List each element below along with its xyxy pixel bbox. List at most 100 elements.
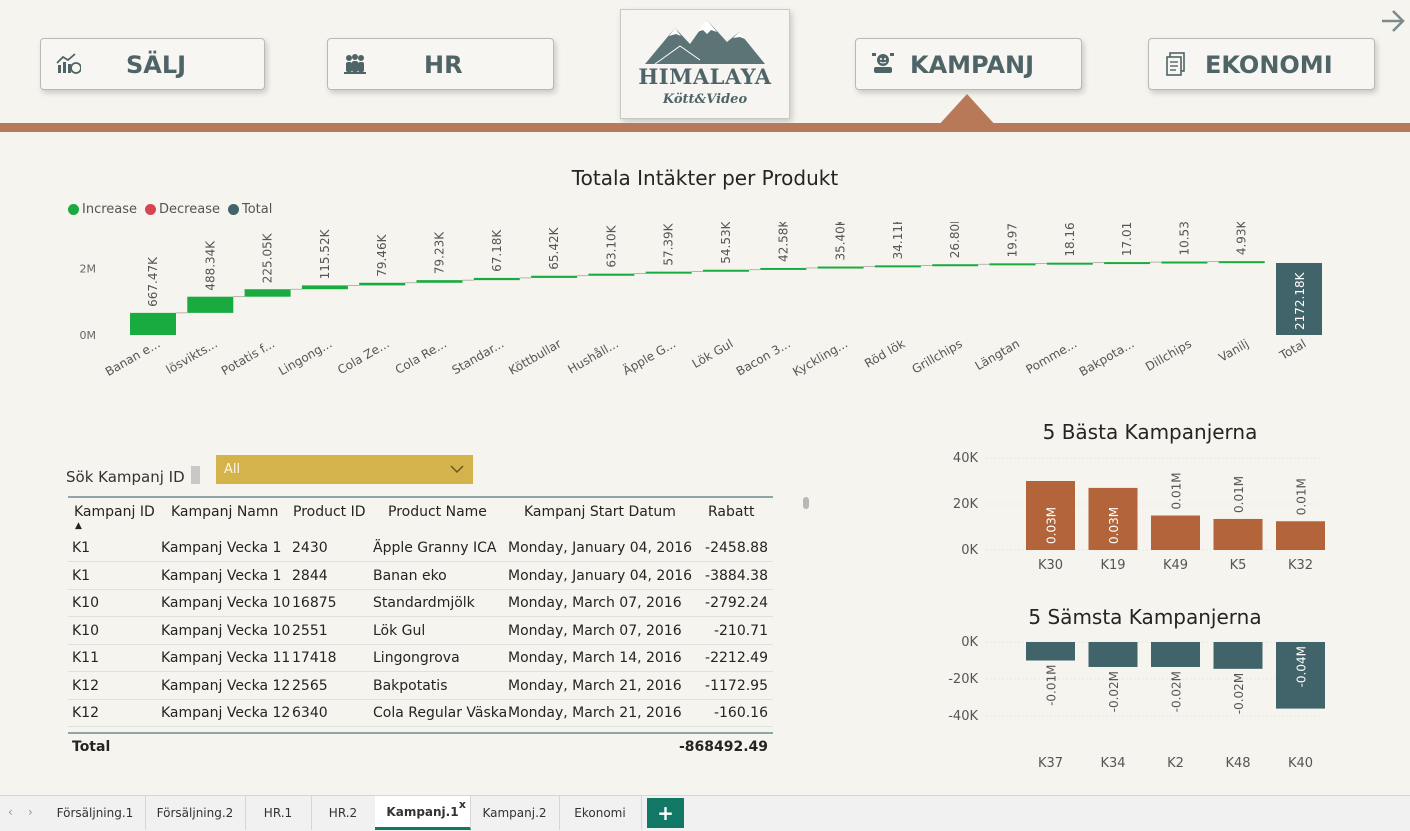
nav-button-kampanj[interactable]: KAMPANJ bbox=[855, 38, 1082, 90]
y-tick-label: 40K bbox=[953, 451, 979, 466]
cell-product-name: Äpple Granny ICA bbox=[373, 540, 497, 556]
tab-hr-1[interactable]: HR.1 bbox=[245, 796, 312, 830]
add-page-button[interactable]: + bbox=[647, 798, 684, 828]
col-header-start-datum[interactable]: Kampanj Start Datum bbox=[524, 504, 676, 520]
nav-button-salj[interactable]: SÄLJ bbox=[40, 38, 265, 90]
waterfall-bar[interactable] bbox=[473, 277, 520, 281]
slicer-handle[interactable] bbox=[191, 466, 200, 484]
cell-kampanj-id: K11 bbox=[72, 650, 99, 666]
x-category-label: Pomme... bbox=[1023, 336, 1079, 376]
cell-product-id: 2551 bbox=[292, 622, 328, 639]
table-scrollbar[interactable] bbox=[803, 497, 809, 509]
waterfall-bar[interactable] bbox=[130, 312, 176, 335]
arrow-right-icon[interactable] bbox=[1378, 6, 1408, 36]
waterfall-bar[interactable] bbox=[1046, 262, 1093, 265]
legend-item-increase[interactable]: Increase bbox=[68, 202, 137, 217]
table-row[interactable]: K1 Kampanj Vecka 1 2844 Banan eko Monday, Ja… bbox=[68, 562, 773, 590]
tabs-prev-button[interactable]: ‹ bbox=[8, 805, 13, 819]
col-header-rabatt[interactable]: Rabatt bbox=[708, 504, 754, 520]
tab-label: Försäljning.1 bbox=[56, 806, 134, 820]
nav-button-ekonomi[interactable]: EKONOMI bbox=[1148, 38, 1375, 90]
table-row[interactable]: K10 Kampanj Vecka 10 16875 Standardmjölk Mon… bbox=[68, 589, 773, 617]
legend-item-total[interactable]: Total bbox=[227, 202, 272, 217]
cell-product-id: 2565 bbox=[292, 677, 328, 694]
table-row[interactable]: K12 Kampanj Vecka 12 6340 Cola Regular Väsk… bbox=[68, 699, 773, 727]
y-tick-label: -20K bbox=[948, 672, 978, 687]
best-campaign-bar[interactable] bbox=[1276, 521, 1325, 550]
data-label: 667.47K bbox=[146, 256, 160, 307]
campaign-id-dropdown[interactable]: All bbox=[216, 455, 473, 484]
waterfall-bar[interactable] bbox=[989, 263, 1036, 266]
best-campaign-bar[interactable] bbox=[1151, 515, 1200, 551]
legend-item-decrease[interactable]: Decrease bbox=[145, 202, 220, 217]
cell-product-name: Banan eko bbox=[373, 567, 447, 584]
x-category-label: lösvikts... bbox=[164, 336, 220, 376]
x-category-label: Potatis f... bbox=[219, 336, 277, 378]
tab-label: Kampanj.2 bbox=[482, 806, 547, 820]
data-label: 26.80K bbox=[948, 222, 962, 258]
waterfall-bar[interactable] bbox=[760, 267, 807, 270]
x-category-label: Äpple G... bbox=[620, 336, 678, 378]
data-label: 18.16K bbox=[1063, 222, 1077, 257]
waterfall-bar[interactable] bbox=[416, 280, 463, 283]
data-label: 67.18K bbox=[490, 229, 504, 272]
worst-campaign-bar[interactable] bbox=[1213, 642, 1263, 669]
waterfall-bar[interactable] bbox=[1218, 261, 1265, 264]
waterfall-bar[interactable] bbox=[531, 275, 578, 278]
x-category-label: Total bbox=[1276, 336, 1308, 363]
cell-kampanj-id: K12 bbox=[72, 705, 99, 721]
cell-product-name: Lök Gul bbox=[373, 622, 426, 639]
tab-hr-2[interactable]: HR.2 bbox=[311, 796, 376, 830]
data-label: 35.40K bbox=[834, 222, 848, 261]
tab-kampanj-2[interactable]: Kampanj.2 bbox=[470, 796, 560, 830]
table-row[interactable]: K10 Kampanj Vecka 10 2551 Lök Gul Monday, Ma… bbox=[68, 617, 773, 645]
table-row[interactable]: K1 Kampanj Vecka 1 2430 Äpple Granny ICA Mon… bbox=[68, 534, 773, 562]
tab-kampanj-1[interactable]: Kampanj.1 x bbox=[375, 796, 471, 830]
col-header-kampanj-id[interactable]: Kampanj ID bbox=[74, 504, 155, 520]
data-label: -0.02M bbox=[1232, 673, 1246, 714]
worst-campaign-bar[interactable] bbox=[1151, 642, 1200, 667]
cell-kampanj-id: K12 bbox=[72, 677, 99, 694]
cell-kampanj-namn: Kampanj Vecka 10 bbox=[161, 595, 291, 611]
data-label: 0.03M bbox=[1107, 507, 1121, 544]
chevron-down-icon bbox=[450, 465, 464, 474]
tab-f-rs-ljning-2[interactable]: Försäljning.2 bbox=[145, 796, 246, 830]
cell-kampanj-namn: Kampanj Vecka 10 bbox=[161, 622, 291, 639]
table-row[interactable]: K12 Kampanj Vecka 12 2565 Bakpotatis Monday,… bbox=[68, 672, 773, 700]
waterfall-bar[interactable] bbox=[244, 289, 291, 297]
y-tick-label: 0M bbox=[80, 329, 97, 342]
mountain-logo-icon bbox=[645, 20, 765, 65]
nav-button-hr[interactable]: HR bbox=[327, 38, 554, 90]
worst-campaign-bar[interactable] bbox=[1088, 642, 1138, 667]
waterfall-bar[interactable] bbox=[187, 296, 234, 313]
worst-campaign-bar[interactable] bbox=[1026, 642, 1075, 661]
y-tick-label: 0K bbox=[961, 635, 978, 650]
waterfall-bar[interactable] bbox=[588, 273, 635, 276]
table-top-border bbox=[68, 496, 773, 498]
x-category-label: K19 bbox=[1100, 558, 1125, 573]
col-header-kampanj-namn[interactable]: Kampanj Namn bbox=[171, 504, 278, 520]
x-category-label: K37 bbox=[1038, 756, 1063, 771]
waterfall-bar[interactable] bbox=[301, 285, 348, 290]
waterfall-bar[interactable] bbox=[1161, 261, 1208, 264]
waterfall-bar[interactable] bbox=[359, 282, 406, 286]
waterfall-bar[interactable] bbox=[1104, 262, 1151, 265]
waterfall-bar[interactable] bbox=[817, 266, 864, 269]
waterfall-bar[interactable] bbox=[874, 265, 921, 268]
data-label: -0.01M bbox=[1045, 665, 1059, 706]
campaign-person-icon bbox=[872, 53, 894, 73]
close-tab-icon[interactable]: x bbox=[459, 798, 466, 811]
col-header-product-name[interactable]: Product Name bbox=[388, 504, 487, 520]
col-header-product-id[interactable]: Product ID bbox=[293, 504, 366, 520]
best-campaign-bar[interactable] bbox=[1213, 518, 1263, 550]
waterfall-bar[interactable] bbox=[932, 264, 979, 267]
table-row[interactable]: K11 Kampanj Vecka 11 17418 Lingongrova Monda… bbox=[68, 644, 773, 672]
tab-f-rs-ljning-1[interactable]: Försäljning.1 bbox=[45, 796, 146, 830]
tab-ekonomi[interactable]: Ekonomi bbox=[559, 796, 642, 830]
logo-subtitle: Kött&Video bbox=[662, 92, 748, 107]
waterfall-bar[interactable] bbox=[645, 271, 692, 274]
tabs-next-button[interactable]: › bbox=[28, 805, 33, 819]
data-label: 115.52K bbox=[318, 228, 332, 279]
waterfall-bar[interactable] bbox=[703, 269, 749, 272]
waterfall-title: Totala Intäkter per Produkt bbox=[571, 166, 839, 190]
